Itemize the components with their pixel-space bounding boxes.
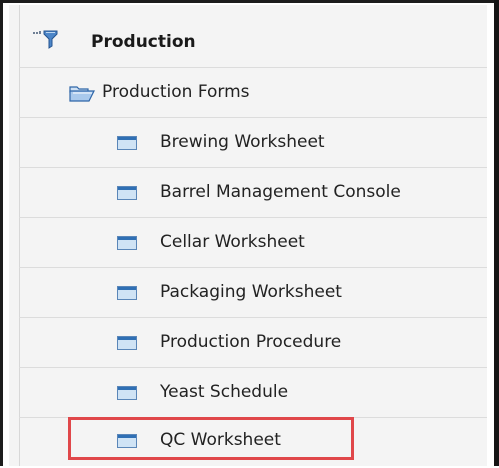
form-icon [117,236,137,250]
tree-item-brewing-worksheet[interactable]: Brewing Worksheet [19,118,487,168]
window-border-top [0,0,499,3]
folder-label: Production Forms [102,82,250,102]
tree-item-label: Brewing Worksheet [160,132,325,152]
tree-item-label: Cellar Worksheet [160,232,305,252]
form-icon [117,386,137,400]
tree-item-label: QC Worksheet [160,430,281,450]
form-icon [117,286,137,300]
section-label: Production [91,32,196,52]
tree-item-label: Barrel Management Console [160,182,401,202]
form-icon [117,186,137,200]
tree-item-yeast-schedule[interactable]: Yeast Schedule [19,368,487,418]
tree-item-packaging-worksheet[interactable]: Packaging Worksheet [19,268,487,318]
tree-item-cellar-worksheet[interactable]: Cellar Worksheet [19,218,487,268]
tree-folder-production-forms[interactable]: Production Forms [19,68,487,118]
tree-item-label: Packaging Worksheet [160,282,342,302]
window-border-right [494,0,499,466]
form-icon [117,336,137,350]
tree-section-production[interactable]: Production [19,18,487,68]
form-icon [117,434,137,448]
window-border-left [0,0,3,466]
navigation-tree-window: Production Production Forms Brewing Work… [0,0,499,466]
module-filter-icon [33,28,59,50]
open-folder-icon [69,84,95,104]
form-icon [117,136,137,150]
tree-item-production-procedure[interactable]: Production Procedure [19,318,487,368]
tree-item-qc-worksheet[interactable]: QC Worksheet [19,418,487,468]
tree-item-label: Production Procedure [160,332,342,352]
tree-item-label: Yeast Schedule [160,382,289,402]
tree-item-barrel-management-console[interactable]: Barrel Management Console [19,168,487,218]
